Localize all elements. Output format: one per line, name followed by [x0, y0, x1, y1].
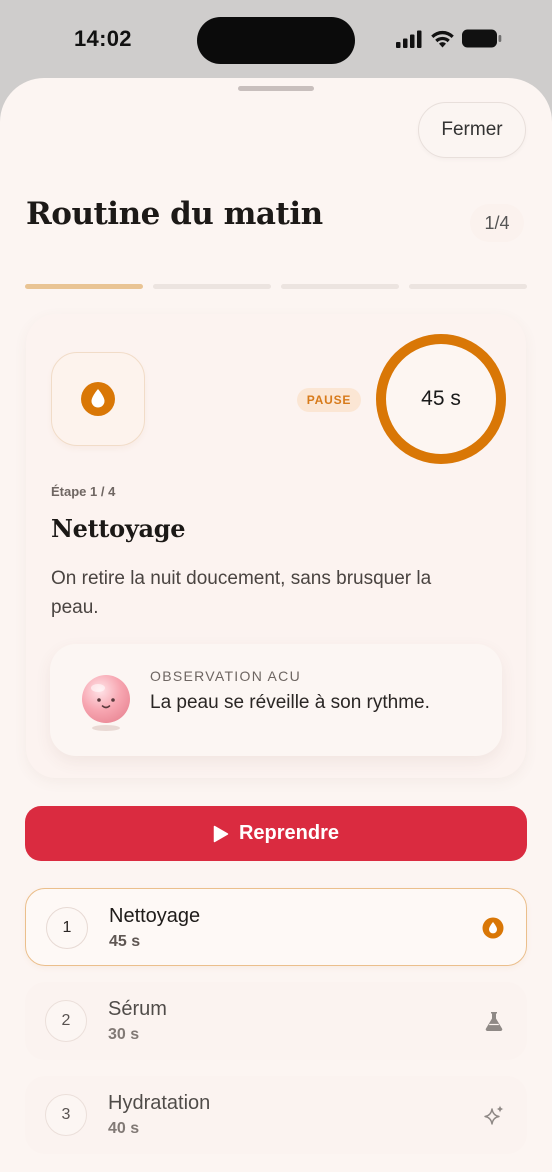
step-duration: 30 s: [108, 1026, 140, 1043]
status-bar: 14:02: [0, 0, 552, 80]
resume-label: Reprendre: [238, 822, 340, 844]
timer-value: 45 s: [421, 387, 461, 410]
step-name: Sérum: [108, 998, 167, 1020]
step-title: Nettoyage: [51, 514, 186, 543]
close-button[interactable]: Fermer: [418, 102, 526, 158]
progress-segment: [409, 284, 527, 289]
step-description: On retire la nuit doucement, sans brusqu…: [51, 568, 432, 618]
step-duration: 40 s: [108, 1120, 140, 1137]
status-icons: [396, 29, 502, 48]
flask-icon: [485, 1012, 503, 1032]
routine-sheet: Fermer Routine du matin 1/4 PAUSE 45 s É…: [0, 78, 552, 1172]
observation-label: OBSERVATION ACU: [150, 668, 301, 684]
step-name: Nettoyage: [109, 905, 201, 927]
observation-text: La peau se réveille à son rythme.: [150, 692, 430, 713]
status-badge: PAUSE: [297, 388, 361, 412]
droplet-icon: [81, 382, 115, 416]
step-number: 3: [45, 1094, 87, 1136]
progress-segment: [153, 284, 271, 289]
resume-button[interactable]: Reprendre: [25, 806, 527, 861]
step-list-item[interactable]: 2 Sérum 30 s: [25, 982, 527, 1060]
battery-icon: [462, 29, 502, 48]
dynamic-island: [197, 17, 355, 64]
status-time: 14:02: [74, 26, 132, 51]
step-name: Hydratation: [108, 1092, 211, 1114]
step-list-item[interactable]: 1 Nettoyage 45 s: [25, 888, 527, 966]
sheet-grabber[interactable]: [238, 86, 314, 91]
progress-segment: [25, 284, 143, 289]
step-progress-bar: [25, 284, 527, 289]
cellular-signal-icon: [396, 30, 422, 48]
sparkle-icon: [484, 1105, 504, 1125]
step-counter-badge: 1/4: [470, 204, 524, 242]
step-duration: 45 s: [109, 933, 141, 950]
observation-card: OBSERVATION ACU La peau se réveille à so…: [50, 644, 502, 756]
step-icon-box: [51, 352, 145, 446]
play-icon: [213, 825, 229, 842]
progress-segment: [281, 284, 399, 289]
acu-mascot-icon: [82, 675, 130, 731]
page-title: Routine du matin: [26, 196, 323, 232]
wifi-icon: [431, 30, 454, 47]
step-number: 2: [45, 1000, 87, 1042]
droplet-icon: [482, 917, 504, 939]
step-list-item[interactable]: 3 Hydratation 40 s: [25, 1076, 527, 1154]
step-eyebrow: Étape 1 / 4: [51, 484, 116, 499]
step-number: 1: [46, 907, 88, 949]
